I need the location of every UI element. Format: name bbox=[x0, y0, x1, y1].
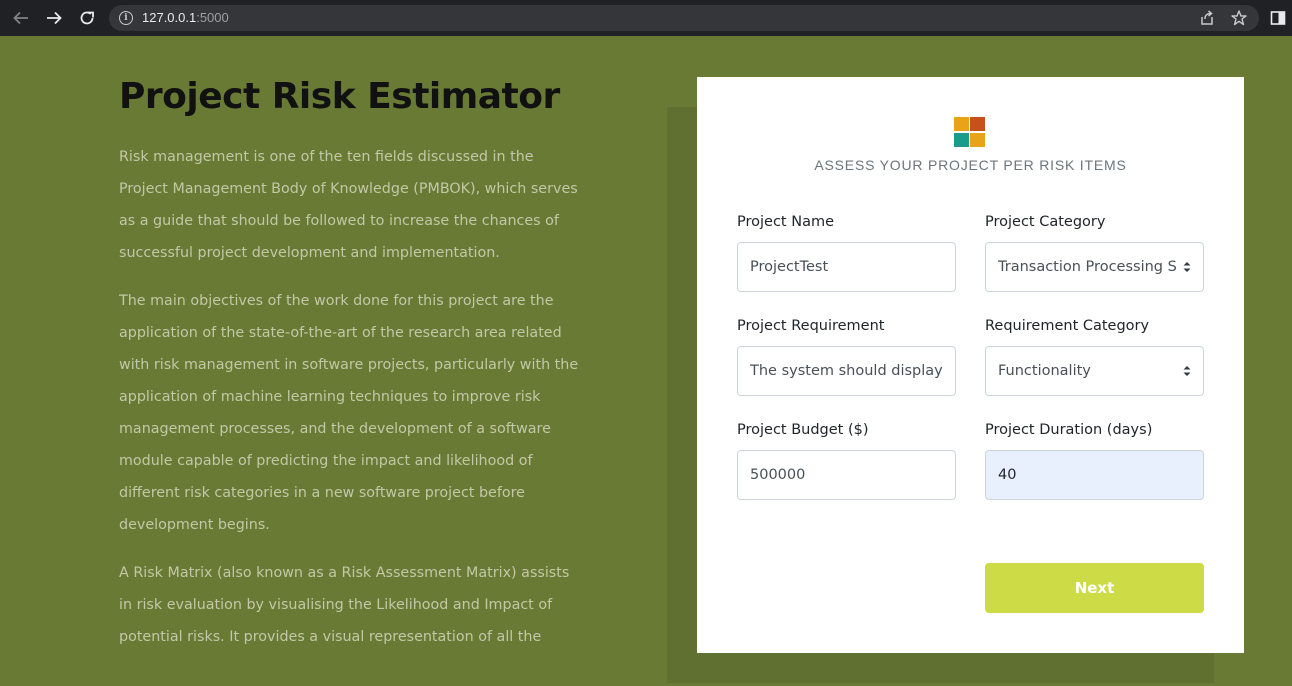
form-subtitle: ASSESS YOUR PROJECT PER RISK ITEMS bbox=[814, 157, 1127, 173]
arrow-right-icon[interactable] bbox=[44, 8, 64, 28]
project-budget-input[interactable]: 500000 bbox=[737, 450, 956, 500]
project-category-select[interactable]: Transaction Processing S bbox=[985, 242, 1204, 292]
project-requirement-value: The system should display bbox=[750, 363, 943, 379]
project-name-label: Project Name bbox=[737, 214, 834, 230]
project-requirement-label: Project Requirement bbox=[737, 318, 885, 334]
project-duration-input[interactable]: 40 bbox=[985, 450, 1204, 500]
project-name-input[interactable]: ProjectTest bbox=[737, 242, 956, 292]
project-category-value: Transaction Processing S bbox=[998, 259, 1177, 275]
intro-paragraph: The main objectives of the work done for… bbox=[119, 293, 579, 533]
select-caret-icon bbox=[1183, 262, 1191, 272]
project-name-value: ProjectTest bbox=[750, 259, 829, 275]
intro-text: Risk management is one of the ten fields… bbox=[119, 141, 579, 669]
arrow-left-icon[interactable] bbox=[11, 8, 31, 28]
project-category-label: Project Category bbox=[985, 214, 1106, 230]
url-text: 127.0.0.1:5000 bbox=[142, 10, 229, 25]
page-title: Project Risk Estimator bbox=[119, 76, 560, 117]
next-button[interactable]: Next bbox=[985, 563, 1204, 613]
risk-form-card: ASSESS YOUR PROJECT PER RISK ITEMS Proje… bbox=[697, 77, 1244, 653]
side-panel-icon[interactable] bbox=[1268, 8, 1288, 28]
site-info-icon[interactable]: i bbox=[119, 11, 133, 25]
project-duration-value: 40 bbox=[998, 467, 1017, 483]
requirement-category-value: Functionality bbox=[998, 363, 1091, 379]
project-duration-label: Project Duration (days) bbox=[985, 422, 1153, 438]
share-icon[interactable] bbox=[1197, 8, 1217, 28]
reload-icon[interactable] bbox=[77, 8, 97, 28]
requirement-category-select[interactable]: Functionality bbox=[985, 346, 1204, 396]
four-square-logo-icon bbox=[954, 117, 985, 147]
star-icon[interactable] bbox=[1229, 8, 1249, 28]
intro-paragraph: Risk management is one of the ten fields… bbox=[119, 149, 578, 261]
project-budget-value: 500000 bbox=[750, 467, 806, 483]
project-requirement-input[interactable]: The system should display bbox=[737, 346, 956, 396]
requirement-category-label: Requirement Category bbox=[985, 318, 1150, 334]
project-budget-label: Project Budget ($) bbox=[737, 422, 869, 438]
browser-toolbar: i 127.0.0.1:5000 bbox=[0, 0, 1292, 36]
select-caret-icon bbox=[1183, 366, 1191, 376]
intro-paragraph: A Risk Matrix (also known as a Risk Asse… bbox=[119, 565, 570, 645]
address-bar[interactable]: i 127.0.0.1:5000 bbox=[109, 5, 1259, 31]
